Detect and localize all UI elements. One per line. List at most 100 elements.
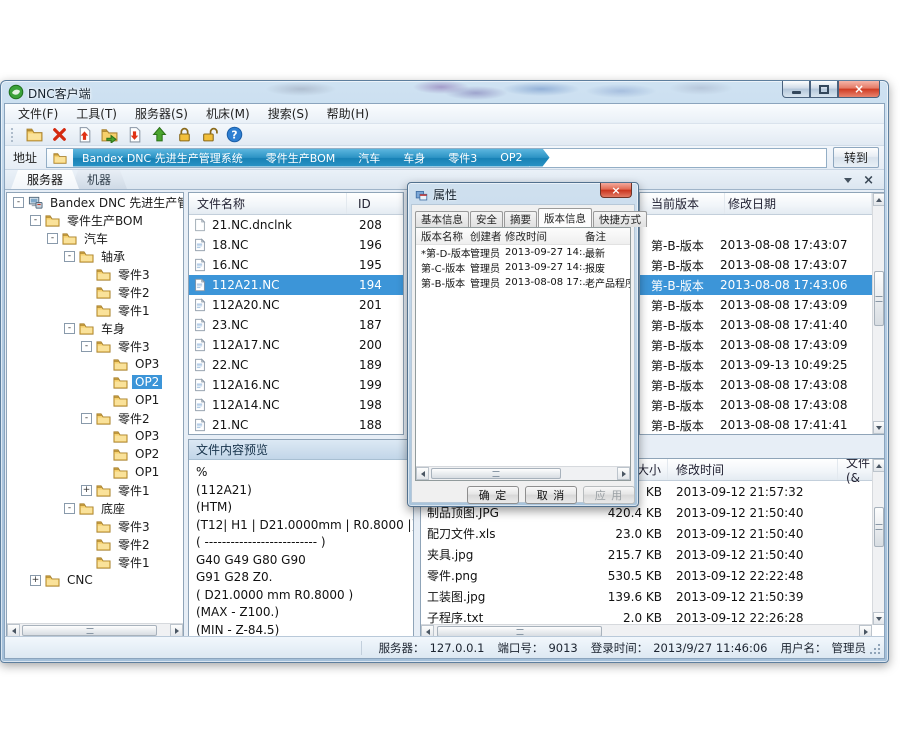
version-row[interactable]: 第-B-版本2013-08-08 17:43:09 xyxy=(640,295,872,315)
dialog-horizontal-scrollbar[interactable] xyxy=(416,466,630,480)
tree-node[interactable]: 零件3 xyxy=(7,265,183,283)
title-bar[interactable]: DNC客户端 × xyxy=(1,81,888,103)
version-row[interactable]: 第-B-版本2013-08-08 17:43:08 xyxy=(640,395,872,415)
column-header-note[interactable]: 备注 xyxy=(585,229,630,244)
new-folder-icon[interactable] xyxy=(26,126,43,143)
scroll-thumb[interactable] xyxy=(874,507,884,547)
minimize-button[interactable] xyxy=(782,81,810,98)
scroll-thumb[interactable] xyxy=(431,468,561,479)
tree-node[interactable]: -零件3 xyxy=(7,337,183,355)
file-row[interactable]: 112A20.NC201 xyxy=(189,295,403,315)
check-out-icon[interactable] xyxy=(126,126,143,143)
close-button[interactable]: × xyxy=(838,81,880,98)
file-row[interactable]: 112A14.NC198 xyxy=(189,395,403,415)
upload-icon[interactable] xyxy=(151,126,168,143)
check-in-icon[interactable] xyxy=(76,126,93,143)
tree-node[interactable]: -Bandex DNC 先进生产管理系统 xyxy=(7,193,183,211)
collapse-icon[interactable]: - xyxy=(81,341,92,352)
tree-node[interactable]: -零件2 xyxy=(7,409,183,427)
version-row[interactable]: 第-B-版本2013-08-08 17:43:07 xyxy=(640,235,872,255)
unlock-icon[interactable] xyxy=(201,126,218,143)
dialog-tab[interactable]: 基本信息 xyxy=(415,211,469,227)
collapse-icon[interactable]: - xyxy=(81,413,92,424)
tree-node[interactable]: 零件3 xyxy=(7,517,183,535)
view-tab[interactable]: 机器 xyxy=(71,170,127,189)
tree-node[interactable]: -零件生产BOM xyxy=(7,211,183,229)
breadcrumb-segment[interactable]: 汽车 xyxy=(342,149,394,167)
attachment-row[interactable]: 配刀文件.xls23.0 KB2013-09-12 21:50:40 xyxy=(421,523,872,544)
menu-item[interactable]: 文件(F) xyxy=(9,103,67,124)
breadcrumb-segment[interactable]: 零件3 xyxy=(432,149,491,167)
expand-icon[interactable]: + xyxy=(81,485,92,496)
column-header-modified-date[interactable]: 修改日期 xyxy=(725,193,872,214)
file-row[interactable]: 112A17.NC200 xyxy=(189,335,403,355)
scroll-right-icon[interactable] xyxy=(617,467,630,480)
tree-node[interactable]: OP2 xyxy=(7,445,183,463)
breadcrumb-segment[interactable]: Bandex DNC 先进生产管理系统 xyxy=(73,149,257,167)
file-row[interactable]: 112A21.NC194 xyxy=(189,275,403,295)
lock-icon[interactable] xyxy=(176,126,193,143)
menu-item[interactable]: 机床(M) xyxy=(197,103,259,124)
dialog-tab[interactable]: 摘要 xyxy=(504,211,537,227)
version-row[interactable]: 第-B-版本2013-08-08 17:41:41 xyxy=(640,415,872,435)
breadcrumb-segment[interactable]: 零件生产BOM xyxy=(250,149,350,167)
scroll-up-icon[interactable] xyxy=(873,193,885,206)
version-row[interactable]: 第-B-版本2013-09-13 10:49:25 xyxy=(640,355,872,375)
tree-node[interactable]: 零件1 xyxy=(7,301,183,319)
help-icon[interactable]: ? xyxy=(226,126,243,143)
scroll-left-icon[interactable] xyxy=(416,467,429,480)
apply-button[interactable]: 应 用 xyxy=(583,486,635,504)
tree-node[interactable]: -汽车 xyxy=(7,229,183,247)
chevron-down-icon[interactable] xyxy=(844,178,852,187)
import-folder-icon[interactable] xyxy=(101,126,118,143)
tree-node[interactable]: -底座 xyxy=(7,499,183,517)
tree-node[interactable]: 零件2 xyxy=(7,283,183,301)
tree-node[interactable]: 零件2 xyxy=(7,535,183,553)
column-header-modified-time[interactable]: 修改时间 xyxy=(505,229,585,244)
tree-node[interactable]: +零件1 xyxy=(7,481,183,499)
tree-node[interactable]: OP1 xyxy=(7,463,183,481)
version-entry[interactable]: 第-C-版本管理员2013-09-27 14:...报废 xyxy=(416,260,630,275)
go-button[interactable]: 转到 xyxy=(833,147,879,168)
version-row[interactable] xyxy=(640,215,872,235)
file-row[interactable]: 21.NC188 xyxy=(189,415,403,435)
file-row[interactable]: 16.NC195 xyxy=(189,255,403,275)
column-header-creator[interactable]: 创建者 xyxy=(470,229,505,244)
dialog-titlebar[interactable]: 属性 × xyxy=(408,183,638,203)
attachment-row[interactable]: 零件.png530.5 KB2013-09-12 22:22:48 xyxy=(421,565,872,586)
version-row[interactable]: 第-B-版本2013-08-08 17:41:40 xyxy=(640,315,872,335)
collapse-icon[interactable]: - xyxy=(13,197,24,208)
attachment-row[interactable]: 夹具.jpg215.7 KB2013-09-12 21:50:40 xyxy=(421,544,872,565)
attachment-row[interactable]: 工装图.jpg139.6 KB2013-09-12 21:50:39 xyxy=(421,586,872,607)
tree-node[interactable]: OP3 xyxy=(7,427,183,445)
vertical-scrollbar[interactable] xyxy=(872,459,885,625)
version-row[interactable]: 第-B-版本2013-08-08 17:43:06 xyxy=(640,275,872,295)
collapse-icon[interactable]: - xyxy=(64,503,75,514)
breadcrumb-segment[interactable]: 车身 xyxy=(387,149,439,167)
column-header-id[interactable]: ID xyxy=(347,193,403,214)
resize-grip[interactable] xyxy=(878,652,880,654)
dialog-tab[interactable]: 版本信息 xyxy=(538,208,592,227)
tree-node[interactable]: +CNC xyxy=(7,571,183,589)
dialog-tab[interactable]: 快捷方式 xyxy=(593,211,647,227)
column-header-time[interactable]: 修改时间 xyxy=(668,459,838,480)
tree-node[interactable]: -车身 xyxy=(7,319,183,337)
column-header-filename[interactable]: 文件名称 xyxy=(189,193,347,214)
file-row[interactable]: 21.NC.dnclnk208 xyxy=(189,215,403,235)
tree-node[interactable]: OP1 xyxy=(7,391,183,409)
tree-horizontal-scrollbar[interactable] xyxy=(7,623,183,637)
collapse-icon[interactable]: - xyxy=(64,251,75,262)
file-row[interactable]: 112A16.NC199 xyxy=(189,375,403,395)
expand-icon[interactable]: + xyxy=(30,575,41,586)
file-row[interactable]: 23.NC187 xyxy=(189,315,403,335)
vertical-scrollbar[interactable] xyxy=(872,193,885,434)
menu-item[interactable]: 帮助(H) xyxy=(318,103,378,124)
column-header-current-version[interactable]: 当前版本 xyxy=(640,193,725,214)
version-entry[interactable]: *第-D-版本管理员2013-09-27 14:...最新 xyxy=(416,245,630,260)
version-entry[interactable]: 第-B-版本管理员2013-08-08 17:...老产品程序 xyxy=(416,275,630,290)
maximize-button[interactable] xyxy=(810,81,838,98)
tree-node[interactable]: 零件1 xyxy=(7,553,183,571)
file-row[interactable]: 22.NC189 xyxy=(189,355,403,375)
tree-node[interactable]: OP3 xyxy=(7,355,183,373)
scroll-down-icon[interactable] xyxy=(873,421,885,434)
